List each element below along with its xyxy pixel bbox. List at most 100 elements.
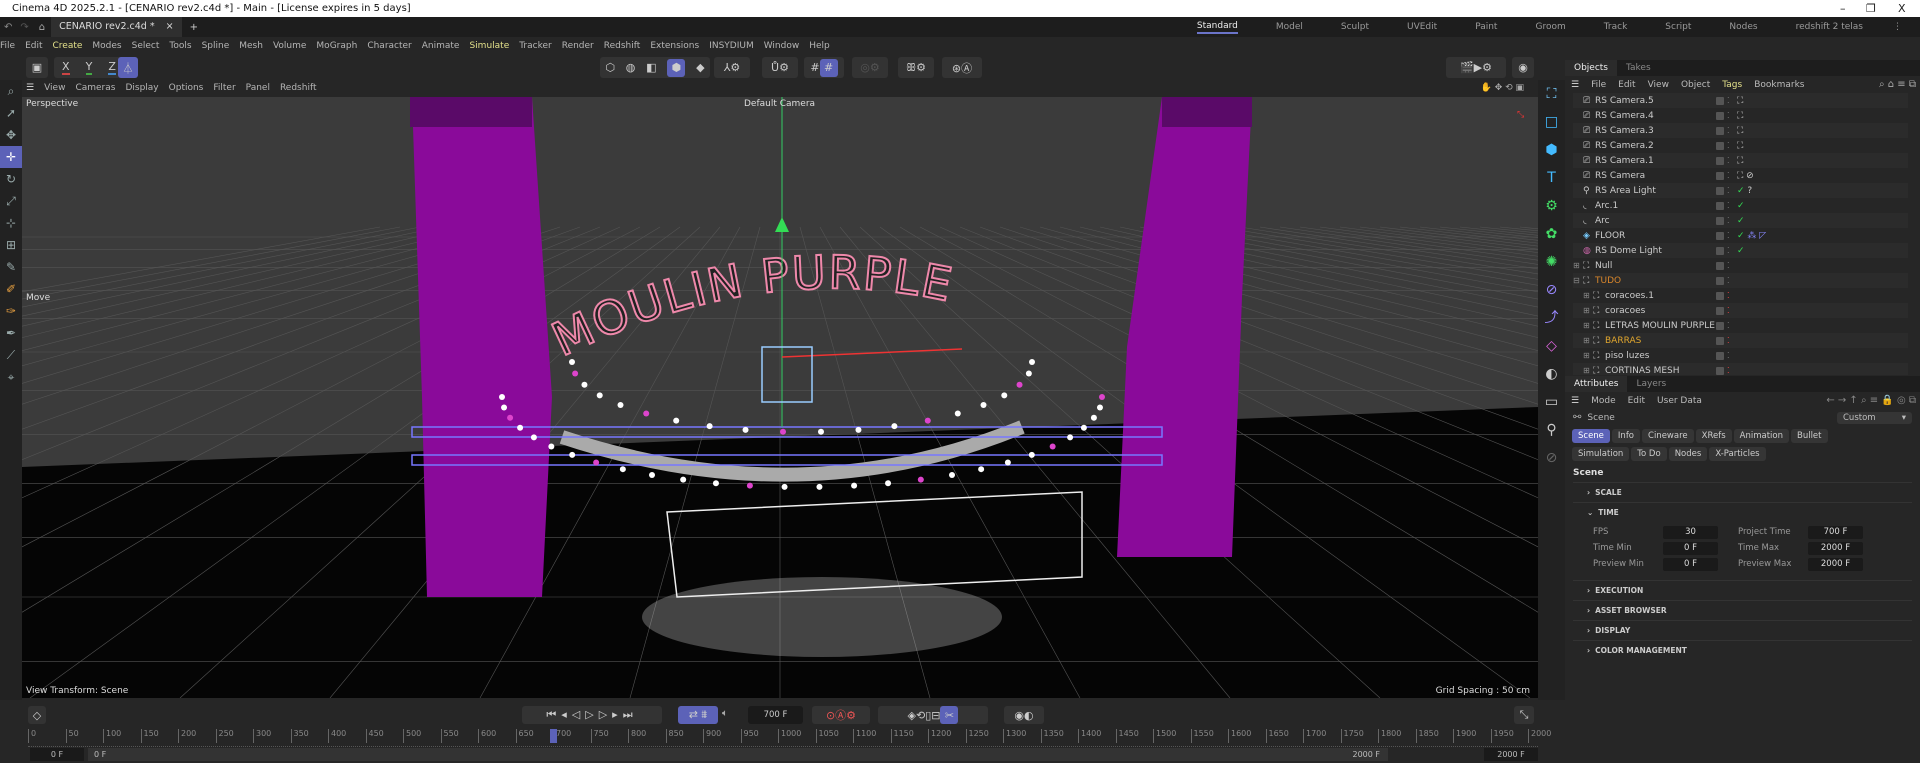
layer-checkbox[interactable]	[1716, 306, 1724, 315]
deformer-icon[interactable]: ⊘	[1538, 276, 1565, 304]
mograph-icon[interactable]: ✿	[1538, 220, 1565, 248]
object-tags-icon[interactable]: ⛶	[1737, 156, 1743, 166]
close-button[interactable]: X	[1898, 0, 1906, 17]
object-row[interactable]: ⊞ ⛶ LETRAS MOULIN PURPLE ⁚	[1573, 318, 1908, 333]
coordinate-system-icon[interactable]: ⏃	[118, 57, 138, 78]
object-row[interactable]: ⊞ ⛶ Null ⁚	[1573, 258, 1908, 273]
animate-tools-icon[interactable]: ⊛Ⓐ	[942, 57, 982, 78]
expand-icon[interactable]: ⊞	[1583, 336, 1590, 345]
menu-window[interactable]: Window	[764, 41, 800, 51]
object-name[interactable]: RS Camera.1	[1595, 156, 1654, 166]
record-buttons[interactable]: ⊙Ⓐ⚙	[812, 706, 870, 724]
select-tool-icon[interactable]: ➚	[0, 102, 22, 124]
object-name[interactable]: LETRAS MOULIN PURPLE	[1605, 321, 1715, 331]
visibility-dots-icon[interactable]: ⁚	[1727, 231, 1729, 240]
expand-icon[interactable]: ⊟	[1573, 276, 1580, 285]
object-name[interactable]: RS Camera.3	[1595, 126, 1654, 136]
viewport-menu-filter[interactable]: Filter	[213, 83, 235, 93]
visibility-dots-icon[interactable]: ⁚	[1727, 366, 1729, 375]
layout-tab-3[interactable]: UVEdit	[1407, 22, 1437, 32]
object-name[interactable]: RS Camera.5	[1595, 96, 1654, 106]
magnet-icon[interactable]: Ů⚙	[762, 57, 798, 78]
object-name[interactable]: Arc.1	[1595, 201, 1618, 211]
field-icon[interactable]: ⤴	[1538, 304, 1565, 332]
layout-tab-5[interactable]: Groom	[1535, 22, 1565, 32]
home-icon[interactable]: ⌂	[39, 22, 45, 33]
object-row[interactable]: ⎚ RS Camera.1 ⁚ ⛶	[1573, 153, 1908, 168]
edges-mode-icon[interactable]: ◍	[626, 61, 636, 74]
viewport-menu-redshift[interactable]: Redshift	[280, 83, 317, 93]
object-tags-icon[interactable]: ✓	[1737, 216, 1745, 226]
workplane-icon[interactable]: ◎⚙	[852, 57, 888, 78]
section-color-management[interactable]: › COLOR MANAGEMENT	[1573, 640, 1912, 660]
object-name[interactable]: RS Camera	[1595, 171, 1645, 181]
section-time[interactable]: ⌄ TIME	[1573, 502, 1912, 522]
sound-icon[interactable]: 🔈︎	[722, 708, 728, 719]
layout-tab-7[interactable]: Script	[1665, 22, 1691, 32]
project-time-field[interactable]: 700 F	[1808, 525, 1863, 539]
object-name[interactable]: TUDO	[1595, 276, 1621, 286]
z-axis-button[interactable]: Z	[108, 60, 116, 75]
object-row[interactable]: ⊞ ⛶ BARRAS ⁚	[1573, 333, 1908, 348]
tab-layers[interactable]: Layers	[1627, 376, 1675, 392]
expand-icon[interactable]: ⊞	[1573, 261, 1580, 270]
new-tab-button[interactable]: +	[190, 22, 198, 33]
layer-checkbox[interactable]	[1716, 261, 1724, 270]
layer-checkbox[interactable]	[1716, 171, 1724, 180]
object-name[interactable]: CORTINAS MESH	[1605, 366, 1680, 376]
visibility-dots-icon[interactable]: ⁚	[1727, 96, 1729, 105]
render-view-icon[interactable]: ▣	[26, 57, 48, 78]
knife-icon[interactable]: ⟋	[0, 344, 22, 366]
visibility-dots-icon[interactable]: ⁚	[1727, 261, 1729, 270]
object-row[interactable]: ⊟ ⛶ TUDO ⁚	[1573, 273, 1908, 288]
rotate-tool-icon[interactable]: ↻	[0, 168, 22, 190]
loop-icon[interactable]: ⇄ ⩩	[678, 706, 718, 724]
object-tags-icon[interactable]: ✓	[1737, 246, 1745, 256]
object-tags-icon[interactable]: ⛶	[1737, 111, 1743, 121]
visibility-dots-icon[interactable]: ⁚	[1727, 156, 1729, 165]
attribute-menu-mode[interactable]: Mode	[1591, 396, 1616, 406]
attribute-tab-info[interactable]: Info	[1611, 429, 1641, 443]
object-tags-icon[interactable]: ✓	[1737, 201, 1745, 211]
object-name[interactable]: FLOOR	[1595, 231, 1625, 241]
effector-icon[interactable]: ✺	[1538, 248, 1565, 276]
object-name[interactable]: piso luzes	[1605, 351, 1649, 361]
section-display[interactable]: › DISPLAY	[1573, 620, 1912, 640]
object-row[interactable]: ⊞ ⛶ CORTINAS MESH ⁚	[1573, 363, 1908, 375]
model-mode-icon[interactable]: ⬢	[667, 58, 686, 77]
spline-pen-icon[interactable]: ✎	[0, 256, 22, 278]
selection-tool-icon[interactable]: ✥	[0, 124, 22, 146]
visibility-dots-icon[interactable]: ⁚	[1727, 216, 1729, 225]
menu-mesh[interactable]: Mesh	[239, 41, 263, 51]
move-tool-icon[interactable]: ✛	[0, 146, 22, 168]
visibility-dots-icon[interactable]: ⁚	[1727, 351, 1729, 360]
attribute-menu-icon[interactable]: ☰	[1571, 396, 1579, 406]
layer-checkbox[interactable]	[1716, 351, 1724, 360]
spline-icon[interactable]: □	[1538, 108, 1565, 136]
object-tags-icon[interactable]: ✓ ⁂ ◸	[1737, 231, 1766, 241]
layout-tab-2[interactable]: Sculpt	[1341, 22, 1369, 32]
object-name[interactable]: coracoes.1	[1605, 291, 1654, 301]
layer-checkbox[interactable]	[1716, 246, 1724, 255]
attribute-nav-icons[interactable]: ← → ↑ ⌕ ≡ 🔒 ◎ ⧉	[1826, 395, 1916, 406]
attribute-tab-xrefs[interactable]: XRefs	[1695, 429, 1732, 443]
menu-select[interactable]: Select	[132, 41, 160, 51]
object-row[interactable]: ⊞ ⛶ piso luzes ⁚	[1573, 348, 1908, 363]
y-axis-button[interactable]: Y	[85, 60, 93, 75]
cube-icon[interactable]: ⬢	[1538, 136, 1565, 164]
object-row[interactable]: ⎚ RS Camera ⁚ ⛶ ⊘	[1573, 168, 1908, 183]
object-tags-icon[interactable]: ⛶ ⊘	[1737, 171, 1754, 181]
visibility-dots-icon[interactable]: ⁚	[1727, 306, 1729, 315]
object-row[interactable]: ⚲ RS Area Light ⁚ ✓ ?	[1573, 183, 1908, 198]
redo-icon[interactable]: ↷	[20, 22, 28, 33]
visibility-dots-icon[interactable]: ⁚	[1727, 336, 1729, 345]
layout-tab-0[interactable]: Standard	[1196, 21, 1238, 34]
viewport-menu-panel[interactable]: Panel	[246, 83, 270, 93]
object-menu-file[interactable]: File	[1591, 80, 1606, 90]
sculpt-icon[interactable]: ✒	[0, 322, 22, 344]
object-row[interactable]: ◈ FLOOR ⁚ ✓ ⁂ ◸	[1573, 228, 1908, 243]
start-frame-field[interactable]: 0 F	[30, 748, 84, 761]
expand-icon[interactable]: ⊞	[1583, 291, 1590, 300]
layer-checkbox[interactable]	[1716, 321, 1724, 330]
redshift-icon[interactable]: ◉	[1512, 57, 1534, 78]
